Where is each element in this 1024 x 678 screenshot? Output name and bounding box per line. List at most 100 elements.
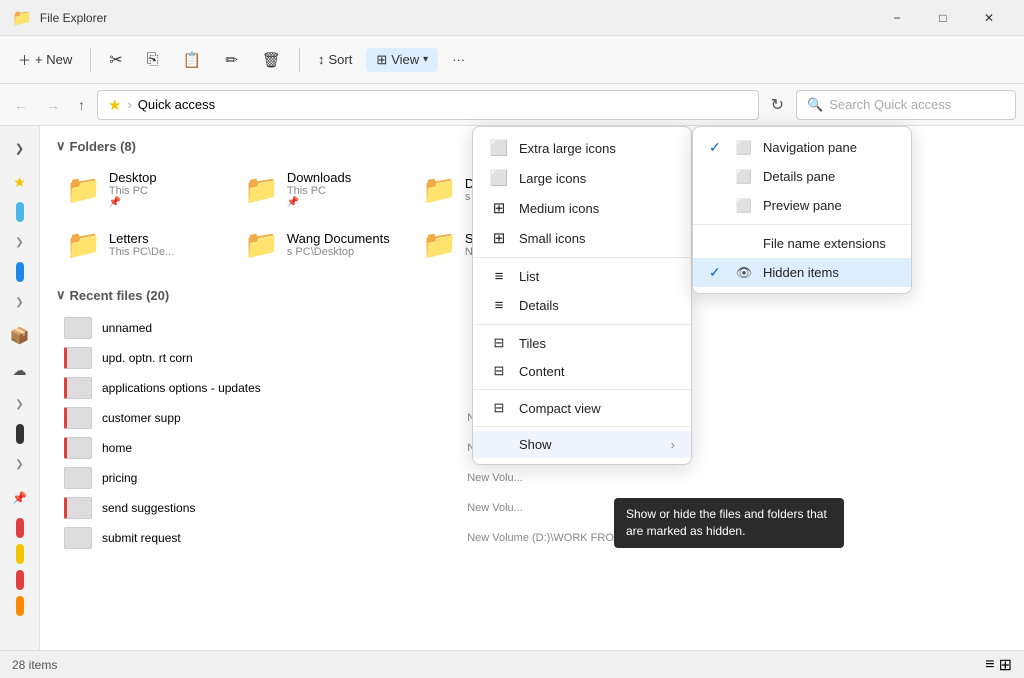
compact-icon: ⊟ (489, 400, 509, 416)
address-path[interactable]: ★ › Quick access (97, 90, 759, 120)
sidebar-color-4 (16, 518, 24, 538)
folder-wangdocs[interactable]: 📁 Wang Documents s PC\Desktop (234, 222, 404, 267)
show-submenu: ✓ ⬜ Navigation pane ✓ ⬜ Details pane ✓ ⬜… (692, 126, 912, 294)
sidebar-dropbox-icon[interactable]: 📦 (4, 320, 36, 352)
delete-button[interactable]: 🗑 (252, 47, 291, 73)
up-button[interactable]: ↑ (72, 93, 91, 117)
tooltip-box: Show or hide the files and folders that … (614, 498, 844, 548)
item-count: 28 items (12, 658, 57, 672)
more-icon: ··· (452, 52, 465, 67)
view-icon: ⊞ (376, 52, 387, 68)
sidebar-expand-3[interactable]: ❯ (4, 286, 36, 318)
path-text: Quick access (138, 97, 215, 112)
show-preview-pane[interactable]: ✓ ⬜ Preview pane (693, 191, 911, 220)
rename-button[interactable]: ✏ (215, 47, 248, 73)
view-details[interactable]: ≡ Details (473, 291, 691, 320)
show-navigation-pane[interactable]: ✓ ⬜ Navigation pane (693, 133, 911, 162)
tiles-icon: ⊟ (489, 335, 509, 351)
cut-button[interactable]: ✂ (99, 46, 132, 74)
view-small-icons[interactable]: ⊞ Small icons (473, 223, 691, 253)
sidebar-panel: ❯ ★ ❯ ❯ 📦 ☁ ❯ ❯ 📌 (0, 126, 40, 650)
sidebar-expand-2[interactable]: ❯ (4, 226, 36, 258)
view-list[interactable]: ≡ List (473, 262, 691, 291)
file-thumb (64, 497, 92, 519)
medium-icon: ⊞ (489, 199, 509, 217)
window-controls: − □ ✕ (874, 0, 1012, 36)
toolbar: ＋ + New ✂ ⎘ 📋 ✏ 🗑 ↕ Sort ⊞ View ▾ ··· (0, 36, 1024, 84)
sidebar-star-icon[interactable]: ★ (4, 166, 36, 198)
folder-downloads[interactable]: 📁 Downloads This PC 📌 (234, 164, 404, 214)
sidebar-color-1 (16, 202, 24, 222)
toolbar-sep-2 (299, 48, 300, 72)
navigation-pane-icon: ⬜ (735, 140, 753, 156)
paste-icon: 📋 (183, 51, 202, 69)
list-item[interactable]: submit request New Volume (D:)\WORK FROM… (56, 523, 1008, 553)
file-thumb (64, 317, 92, 339)
show-file-name-extensions[interactable]: ✓ File name extensions (693, 229, 911, 258)
view-extra-large-icons[interactable]: ⬜ Extra large icons (473, 133, 691, 163)
sidebar-pin-icon[interactable]: 📌 (4, 482, 36, 514)
folder-icon-desktop: 📁 (66, 173, 101, 206)
sort-button[interactable]: ↕ Sort (308, 48, 362, 71)
rename-icon: ✏ (225, 51, 238, 69)
folder-icon-letters: 📁 (66, 228, 101, 261)
new-icon: ＋ (18, 50, 31, 69)
view-compact[interactable]: ⊟ Compact view (473, 394, 691, 422)
folder-icon-wangdocs: 📁 (244, 228, 279, 261)
list-icon: ≡ (489, 268, 509, 285)
forward-button[interactable]: → (40, 93, 66, 117)
list-view-button[interactable]: ≡ (985, 655, 994, 675)
search-box[interactable]: 🔍 Search Quick access (796, 90, 1016, 120)
view-medium-icons[interactable]: ⊞ Medium icons (473, 193, 691, 223)
file-thumb (64, 407, 92, 429)
back-button[interactable]: ← (8, 93, 34, 117)
cut-icon: ✂ (109, 50, 122, 70)
more-button[interactable]: ··· (442, 48, 475, 71)
file-thumb (64, 467, 92, 489)
sidebar-color-5 (16, 544, 24, 564)
maximize-button[interactable]: □ (920, 0, 966, 36)
file-thumb (64, 527, 92, 549)
grid-view-button[interactable]: ⊞ (999, 655, 1012, 675)
address-bar: ← → ↑ ★ › Quick access ↻ 🔍 Search Quick … (0, 84, 1024, 126)
sidebar-expand-4[interactable]: ❯ (4, 388, 36, 420)
sidebar-expand-5[interactable]: ❯ (4, 448, 36, 480)
list-item[interactable]: send suggestions New Volu... (56, 493, 1008, 523)
paste-button[interactable]: 📋 (173, 47, 212, 73)
hidden-items-icon: 👁 (735, 265, 753, 281)
view-tiles[interactable]: ⊟ Tiles (473, 329, 691, 357)
delete-icon: 🗑 (262, 51, 281, 69)
folder-letters[interactable]: 📁 Letters This PC\De... (56, 222, 226, 267)
view-show[interactable]: Show › (473, 431, 691, 458)
folders-collapse-icon[interactable]: ∨ (56, 138, 66, 154)
refresh-button[interactable]: ↻ (765, 91, 790, 119)
details-icon: ≡ (489, 297, 509, 314)
show-details-pane[interactable]: ✓ ⬜ Details pane (693, 162, 911, 191)
view-sep-4 (473, 426, 691, 427)
new-button[interactable]: ＋ + New (8, 46, 82, 73)
status-view-controls: ≡ ⊞ (985, 655, 1012, 675)
recent-collapse-icon[interactable]: ∨ (56, 287, 66, 303)
sidebar-color-7 (16, 596, 24, 616)
view-button[interactable]: ⊞ View ▾ (366, 48, 438, 72)
show-chevron-icon: › (671, 437, 675, 452)
list-item[interactable]: pricing New Volu... (56, 463, 1008, 493)
folder-icon-downloads: 📁 (244, 173, 279, 206)
toolbar-sep-1 (90, 48, 91, 72)
close-button[interactable]: ✕ (966, 0, 1012, 36)
view-sep-1 (473, 257, 691, 258)
minimize-button[interactable]: − (874, 0, 920, 36)
sort-icon: ↕ (318, 52, 325, 67)
file-thumb (64, 377, 92, 399)
sidebar-expand-icon[interactable]: ❯ (4, 132, 36, 164)
preview-pane-icon: ⬜ (735, 198, 753, 214)
navigation-pane-check-icon: ✓ (709, 139, 725, 156)
show-hidden-items[interactable]: ✓ 👁 Hidden items (693, 258, 911, 287)
view-content[interactable]: ⊟ Content (473, 357, 691, 385)
folder-desktop[interactable]: 📁 Desktop This PC 📌 (56, 164, 226, 214)
view-large-icons[interactable]: ⬜ Large icons (473, 163, 691, 193)
sidebar-color-6 (16, 570, 24, 590)
search-icon: 🔍 (807, 97, 823, 113)
copy-button[interactable]: ⎘ (137, 47, 169, 72)
sidebar-cloud-icon[interactable]: ☁ (4, 354, 36, 386)
